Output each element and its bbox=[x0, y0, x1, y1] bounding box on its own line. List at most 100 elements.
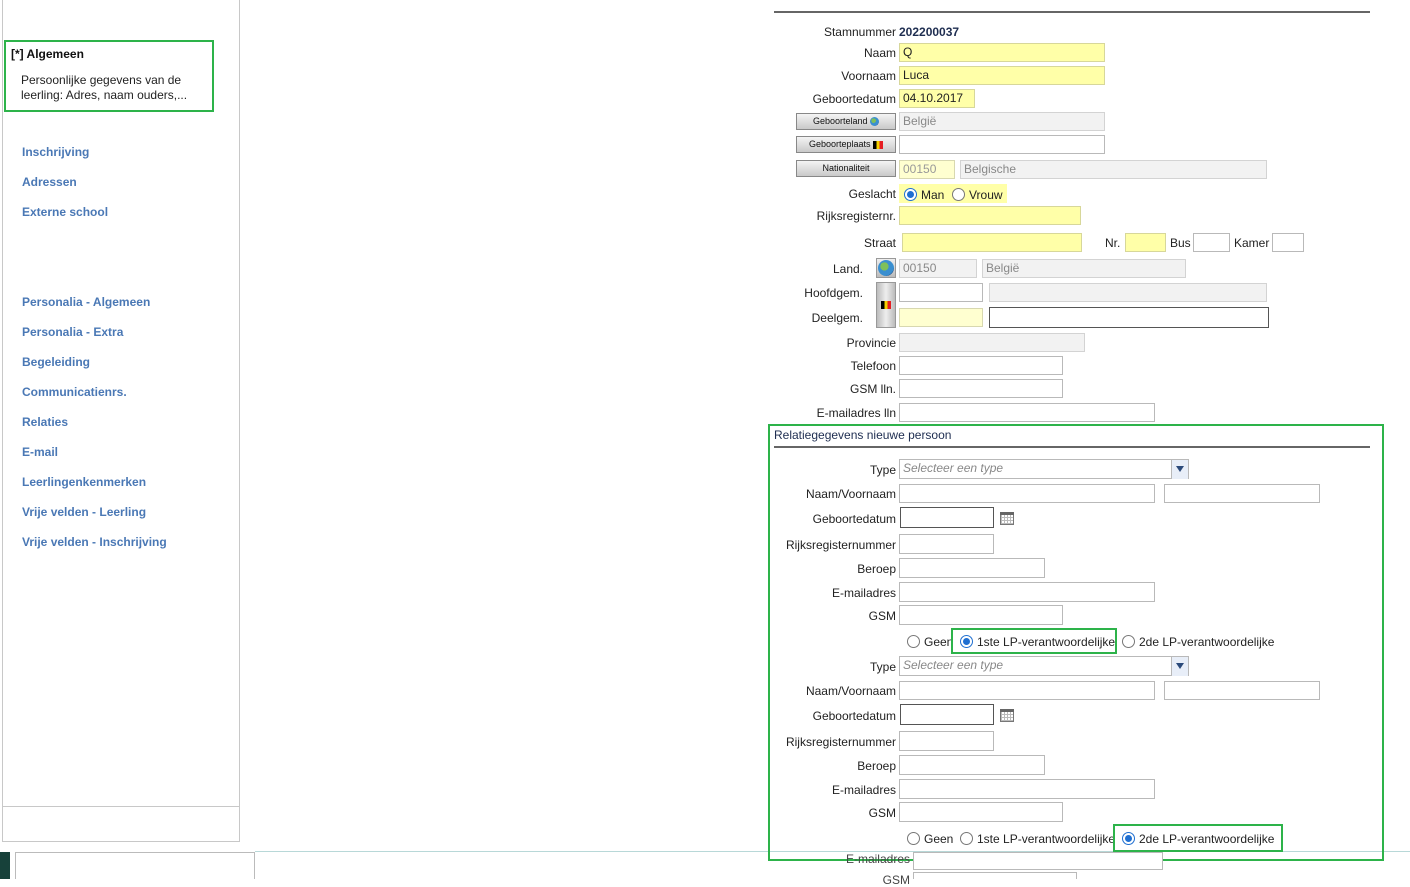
form-top-rule bbox=[774, 11, 1370, 13]
relatie-geboortedatum-label-2: Geboortedatum bbox=[812, 709, 896, 723]
rijksregisternr-input[interactable] bbox=[899, 206, 1081, 225]
telefoon-input[interactable] bbox=[899, 356, 1063, 375]
relatie-email-label: E-mailadres bbox=[831, 586, 896, 600]
below-gsm-label: GSM bbox=[882, 873, 910, 887]
belgian-flag-icon bbox=[873, 140, 884, 149]
sidebar-item-personalia-algemeen[interactable]: Personalia - Algemeen bbox=[22, 295, 150, 309]
rijksregisternummer-label-2: Rijksregisternummer bbox=[785, 735, 896, 749]
relatie-email-input-2[interactable] bbox=[899, 779, 1155, 799]
type-select-placeholder-2: Selecteer een type bbox=[903, 658, 1004, 672]
calendar-icon[interactable] bbox=[1000, 512, 1014, 525]
below-email-input[interactable] bbox=[913, 852, 1163, 870]
geslacht-vrouw-label: Vrouw bbox=[969, 188, 1003, 202]
nationaliteit-button[interactable]: Nationaliteit bbox=[796, 160, 896, 177]
chevron-down-icon[interactable] bbox=[1171, 657, 1188, 676]
lp-1ste-radio-1[interactable] bbox=[960, 635, 973, 648]
sidebar-item-communicatienrs[interactable]: Communicatienrs. bbox=[22, 385, 127, 399]
beroep-input-1[interactable] bbox=[899, 558, 1045, 578]
relatie-naam-input-2[interactable] bbox=[899, 681, 1155, 700]
lp-2de-radio-2[interactable] bbox=[1122, 832, 1135, 845]
nationaliteit-code-input[interactable]: 00150 bbox=[899, 160, 955, 179]
globe-icon bbox=[870, 117, 880, 127]
geslacht-label: Geslacht bbox=[848, 187, 896, 201]
beroep-input-2[interactable] bbox=[899, 755, 1045, 775]
geboortedatum-label: Geboortedatum bbox=[812, 92, 896, 106]
land-code-input[interactable]: 00150 bbox=[899, 259, 977, 278]
lp-1ste-radio-2[interactable] bbox=[960, 832, 973, 845]
sidebar-item-begeleiding[interactable]: Begeleiding bbox=[22, 355, 90, 369]
geboorteland-input[interactable]: België bbox=[899, 112, 1105, 131]
geboorteland-button[interactable]: Geboorteland bbox=[796, 113, 896, 130]
naam-voornaam-label-2: Naam/Voornaam bbox=[805, 684, 896, 698]
chevron-down-icon[interactable] bbox=[1171, 460, 1188, 479]
lp-geen-label-2: Geen bbox=[924, 832, 954, 846]
sidebar-item-email[interactable]: E-mail bbox=[22, 445, 58, 459]
geslacht-man-radio[interactable] bbox=[904, 188, 917, 201]
relatie-email-input-1[interactable] bbox=[899, 582, 1155, 602]
geboorteplaats-button[interactable]: Geboorteplaats bbox=[796, 136, 896, 153]
lp-geen-radio-2[interactable] bbox=[907, 832, 920, 845]
type-label: Type bbox=[869, 463, 896, 477]
below-email-label: E-mailadres bbox=[845, 852, 910, 866]
type-select-2[interactable]: Selecteer een type bbox=[899, 656, 1189, 676]
naam-voornaam-label: Naam/Voornaam bbox=[805, 487, 896, 501]
naam-input[interactable]: Q bbox=[899, 43, 1105, 62]
relatie-geboortedatum-input-2[interactable] bbox=[900, 704, 994, 725]
relatie-geboortedatum-input-1[interactable] bbox=[900, 507, 994, 528]
sidebar-item-adressen[interactable]: Adressen bbox=[22, 175, 77, 189]
geslacht-vrouw-radio[interactable] bbox=[952, 188, 965, 201]
relatie-gsm-input-1[interactable] bbox=[899, 605, 1063, 625]
rijksregisternummer-input-2[interactable] bbox=[899, 731, 994, 751]
gsm-lln-input[interactable] bbox=[899, 379, 1063, 398]
hoofdgem-code-input[interactable] bbox=[899, 283, 983, 302]
email-lln-input[interactable] bbox=[899, 403, 1155, 422]
rijksregisternummer-input-1[interactable] bbox=[899, 534, 994, 554]
land-globe-button[interactable] bbox=[876, 258, 896, 278]
sidebar-item-title: [*] Algemeen bbox=[11, 47, 84, 61]
lp-2de-radio-1[interactable] bbox=[1122, 635, 1135, 648]
hoofdgem-label: Hoofdgem. bbox=[804, 286, 863, 300]
nr-input[interactable] bbox=[1125, 233, 1166, 252]
straat-input[interactable] bbox=[902, 233, 1082, 252]
below-gsm-input[interactable] bbox=[913, 872, 1077, 879]
relatie-gsm-input-2[interactable] bbox=[899, 802, 1063, 822]
relatie-voornaam-input-2[interactable] bbox=[1164, 681, 1320, 700]
land-name-input: België bbox=[982, 259, 1186, 278]
lp-geen-radio-1[interactable] bbox=[907, 635, 920, 648]
geboortedatum-input[interactable]: 04.10.2017 bbox=[899, 89, 975, 108]
geslacht-man-label: Man bbox=[921, 188, 945, 202]
sidebar-footer bbox=[3, 806, 239, 841]
relatie-voornaam-input-1[interactable] bbox=[1164, 484, 1320, 503]
sidebar-item-vrije-velden-inschrijving[interactable]: Vrije velden - Inschrijving bbox=[22, 535, 167, 549]
sidebar-item-inschrijving[interactable]: Inschrijving bbox=[22, 145, 89, 159]
deelgem-code-input[interactable] bbox=[899, 308, 983, 327]
telefoon-label: Telefoon bbox=[850, 359, 896, 373]
voornaam-input[interactable]: Luca bbox=[899, 66, 1105, 85]
relatie-section-title: Relatiegegevens nieuwe persoon bbox=[774, 428, 952, 442]
bus-input[interactable] bbox=[1193, 233, 1230, 252]
stamnummer-value: 202200037 bbox=[899, 25, 960, 39]
deelgem-label: Deelgem. bbox=[811, 311, 863, 325]
sidebar-item-personalia-extra[interactable]: Personalia - Extra bbox=[22, 325, 123, 339]
provincie-label: Provincie bbox=[846, 336, 896, 350]
sidebar-item-relaties[interactable]: Relaties bbox=[22, 415, 68, 429]
sidebar-item-externe-school[interactable]: Externe school bbox=[22, 205, 108, 219]
provincie-input bbox=[899, 333, 1085, 352]
beroep-label: Beroep bbox=[857, 562, 896, 576]
geboorteplaats-input[interactable] bbox=[899, 135, 1105, 154]
kamer-input[interactable] bbox=[1272, 233, 1304, 252]
lp-2de-label-1: 2de LP-verantwoordelijke bbox=[1139, 635, 1275, 649]
gemeente-lookup-button[interactable] bbox=[876, 282, 896, 328]
land-label: Land. bbox=[832, 262, 863, 276]
sidebar-item-vrije-velden-leerling[interactable]: Vrije velden - Leerling bbox=[22, 505, 146, 519]
globe-icon bbox=[878, 260, 894, 276]
sidebar-item-leerlingenkenmerken[interactable]: Leerlingenkenmerken bbox=[22, 475, 146, 489]
lp-geen-label-1: Geen bbox=[924, 635, 954, 649]
calendar-icon[interactable] bbox=[1000, 709, 1014, 722]
relatie-naam-input-1[interactable] bbox=[899, 484, 1155, 503]
deelgem-name-input[interactable] bbox=[989, 307, 1269, 328]
gsm-lln-label: GSM lln. bbox=[849, 382, 896, 396]
rijksregisternr-label: Rijksregisternr. bbox=[816, 209, 896, 223]
type-select-1[interactable]: Selecteer een type bbox=[899, 459, 1189, 479]
sidebar-item-algemeen[interactable]: [*] Algemeen Persoonlijke gegevens van d… bbox=[4, 40, 214, 112]
